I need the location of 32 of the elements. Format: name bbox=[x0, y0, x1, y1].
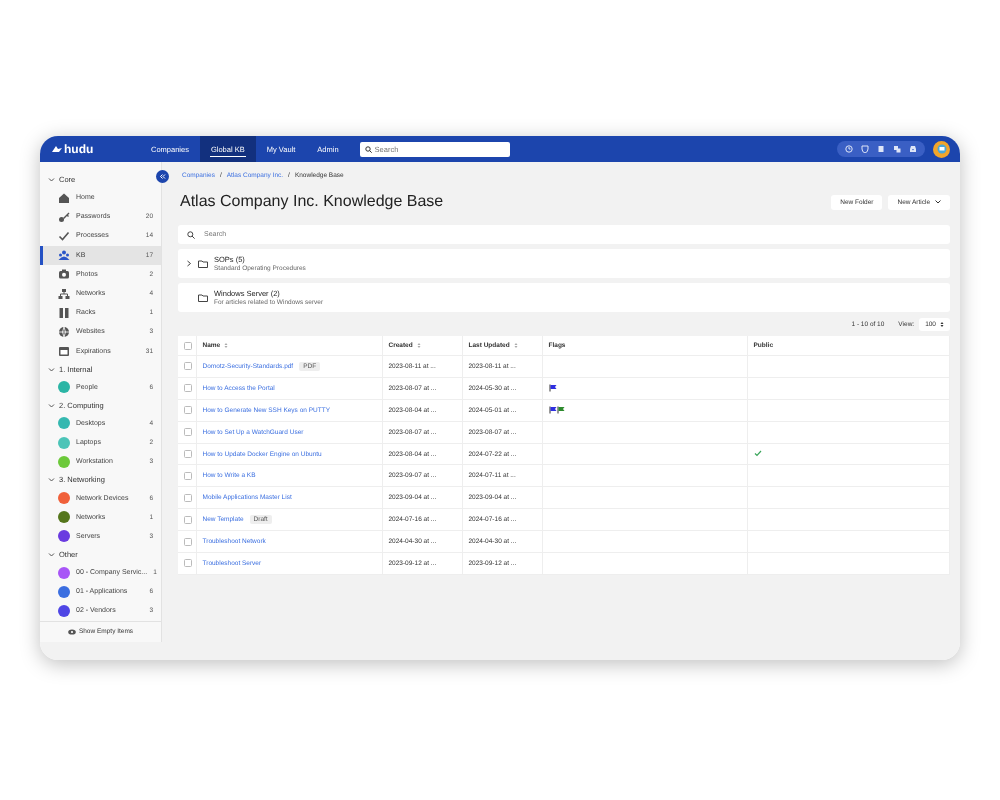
user-icon bbox=[936, 144, 947, 154]
row-checkbox[interactable] bbox=[184, 406, 192, 415]
home-icon bbox=[58, 191, 70, 204]
flag-icon bbox=[548, 384, 557, 393]
logo-icon bbox=[52, 145, 62, 153]
key-icon bbox=[58, 210, 70, 223]
sort-icon bbox=[513, 342, 518, 349]
copy-icon[interactable] bbox=[893, 145, 901, 153]
row-checkbox[interactable] bbox=[184, 428, 192, 437]
row-checkbox[interactable] bbox=[184, 471, 192, 480]
people-icon bbox=[58, 249, 70, 262]
avatar[interactable] bbox=[933, 140, 950, 158]
sort-icon bbox=[416, 342, 421, 349]
rack-icon bbox=[58, 306, 70, 319]
checkmark-icon bbox=[58, 229, 70, 242]
inbox-icon[interactable] bbox=[909, 145, 917, 153]
row-checkbox[interactable] bbox=[184, 559, 192, 568]
camera-icon bbox=[58, 268, 70, 281]
network-icon bbox=[58, 287, 70, 300]
row-checkbox[interactable] bbox=[184, 537, 192, 546]
select-all-checkbox[interactable] bbox=[184, 341, 192, 350]
row-checkbox[interactable] bbox=[184, 362, 192, 371]
row-checkbox[interactable] bbox=[184, 493, 192, 502]
calendar-icon bbox=[58, 345, 70, 358]
calendar-icon[interactable] bbox=[877, 145, 885, 153]
globe-icon bbox=[58, 325, 70, 338]
row-checkbox[interactable] bbox=[184, 384, 192, 393]
row-checkbox[interactable] bbox=[184, 515, 192, 524]
page-title: Atlas Company Inc. Knowledge Base bbox=[180, 193, 446, 211]
row-checkbox[interactable] bbox=[184, 450, 192, 458]
eye-icon bbox=[67, 628, 76, 635]
sort-icon bbox=[224, 342, 229, 349]
